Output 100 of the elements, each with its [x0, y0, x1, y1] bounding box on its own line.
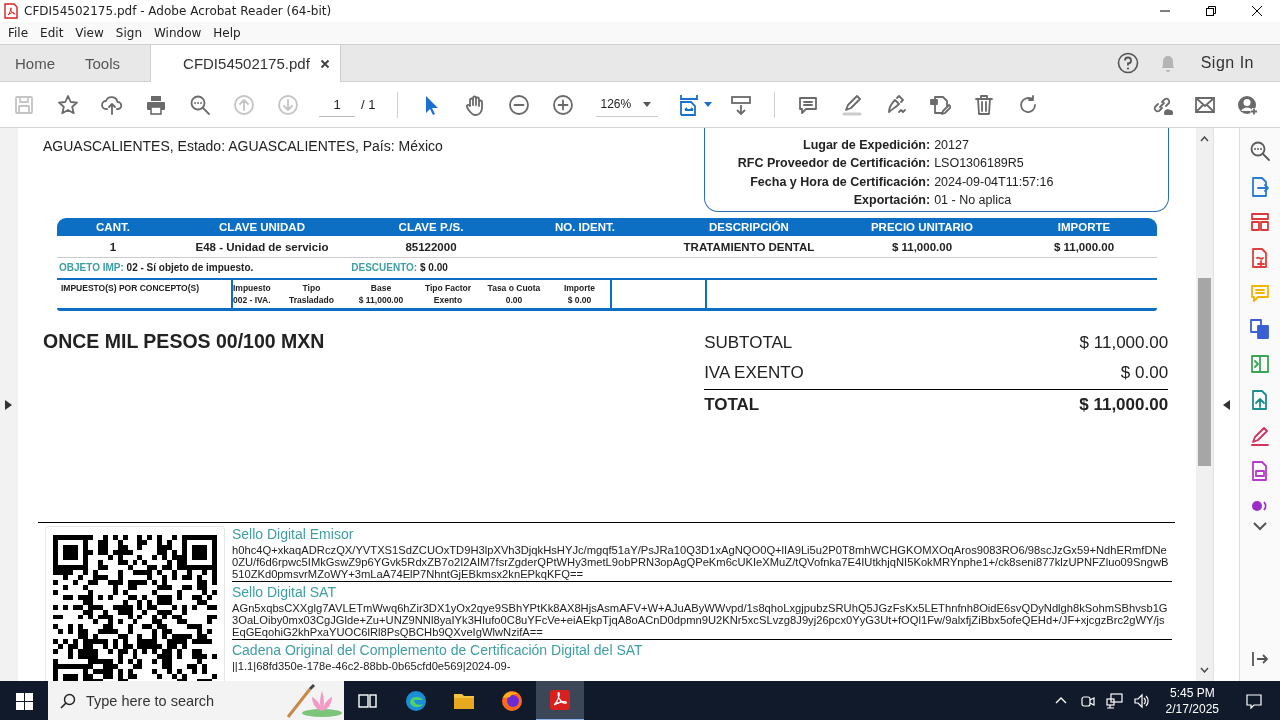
- taskbar-search-field[interactable]: Type here to search: [48, 681, 344, 720]
- network-icon[interactable]: [1105, 692, 1124, 710]
- column-header: Importe: [562, 282, 597, 295]
- table-cell-text: E48 - Unidad de servicio: [194, 240, 330, 253]
- notification-icon[interactable]: [1245, 692, 1263, 710]
- column-header: NO. IDENT.: [553, 221, 616, 234]
- acrobat-taskbar-icon[interactable]: [536, 681, 584, 720]
- amount-in-words: ONCE MIL PESOS 00/100 MXN: [41, 329, 326, 355]
- field-label: RFC Proveedor de Certificación:: [736, 155, 931, 173]
- column-header: PRECIO UNITARIO: [869, 221, 974, 234]
- column-header: DESCRIPCIÓN: [708, 221, 790, 234]
- table-cell-text: 0.00: [504, 294, 524, 307]
- user-icon[interactable]: [1237, 93, 1259, 116]
- taskbar-clock[interactable]: 5:45 PM 2/17/2025: [1159, 685, 1225, 717]
- table-cell-text: 002 - IVA.: [232, 294, 272, 307]
- column-header: CANT.: [95, 221, 131, 234]
- export-tool-icon[interactable]: [1249, 175, 1271, 198]
- total-value: $ 0.00: [1120, 363, 1169, 384]
- column-header: Tasa o Cuota: [486, 282, 542, 295]
- zoom-dropdown[interactable]: 126%: [596, 92, 659, 117]
- total-label: TOTAL: [704, 395, 760, 416]
- menu-item[interactable]: Sign: [109, 26, 148, 40]
- seal-text: AGn5xqbsCXXglg7AVLETmWwq6hZir3DX1yOx2qye9SBhYPtKk8AX8HjsAsmAFV+W+AJuAByWWvpd/1s8qhoLxgjpubzSRUhQ5JGzFsKx5LEThnfnh8OidE6svQDyNdlgh8kSohmSBhvsb1G3OaLOiby0mx03CgJGlde+Zu+UNZ9NNl8yaIYk3HIufo0C8uYFcVe+eiAEkpTjqA8oACnD0dpmn9U2KNr5xcSLvzg8J9yj26pcx0YyG3Ut+fOQl1Fw/9alxfjZiBbx5ofeQEHd+/JF+xjcgzBrc2gWY/jsEqGEqohiG2khPxaYUOC6lRl8PsQBCHb9QXveIgWlwNzifA==: [231, 600, 1172, 641]
- seal-text: h0hc4Q+xkaqADRczQX/YVTXS1SdZCUOxTD9H3lpXVh3DjqkHsHYJc/mgqf51aY/PsJRa10Q3D1xAgNQO0Q+lIA9Li5u2P0T8mhWCHGKOMXOqAros9083RO6/98scJzGx59+NdhERmfDNe0ZU/f6d6rpwc5IMkGswZ9p6YGvk5RdxZB7o2I2AIM7fsrZgderQPtWHy3metL9obPRN3opAgQPeKm6cUKIeXMuZ/tQVofnka7E4IUtkhjqNI5KokMRYnphe1+/ck8seni877klzUPNFZluo09SngwB510ZKd0pmsvrMZoWY+3mLaA74ElP7NhntGjEBkmsx2knEPkqKFQ==: [231, 542, 1172, 583]
- caret-icon: [643, 101, 652, 107]
- nav-tab[interactable]: Home: [0, 45, 70, 81]
- find-icon[interactable]: [189, 93, 211, 116]
- field-value: $ 0.00: [420, 261, 448, 273]
- sign-icon[interactable]: [885, 93, 908, 116]
- field-value: LSO1306189R5: [934, 155, 1025, 173]
- total-label: IVA EXENTO: [704, 363, 804, 384]
- expand-left-panel-icon[interactable]: [5, 399, 13, 410]
- menu-item[interactable]: Help: [207, 26, 247, 40]
- star-icon[interactable]: [57, 93, 79, 116]
- page-count: / 1: [361, 97, 376, 112]
- table-cell-text: $ 0.00: [566, 294, 593, 307]
- menu-item[interactable]: Window: [148, 26, 208, 40]
- seal-title: Cadena Original del Complemento de Certificación Digital del SAT: [231, 642, 644, 659]
- address-text: AGUASCALIENTES, Estado: AGUASCALIENTES, País: México: [41, 137, 444, 156]
- fit-page-icon[interactable]: [678, 93, 701, 116]
- organize-tool-icon[interactable]: [1249, 211, 1271, 233]
- zoom-out-icon[interactable]: [508, 93, 531, 116]
- combine-tool-icon[interactable]: [1249, 317, 1271, 340]
- document-tab[interactable]: CFDI54502175.pdf: [150, 45, 341, 82]
- section-label: IMPUESTO(S) POR CONCEPTO(S): [59, 282, 201, 296]
- menu-item[interactable]: Edit: [34, 26, 70, 40]
- acrobat-logo-icon: [4, 3, 18, 19]
- scroll-mode-icon[interactable]: [730, 93, 753, 116]
- nav-tab[interactable]: Tools: [70, 45, 136, 81]
- table-cell-text: TRATAMIENTO DENTAL: [682, 240, 816, 253]
- field-label: Fecha y Hora de Certificación:: [749, 173, 931, 191]
- menu-item[interactable]: View: [69, 26, 110, 40]
- window-title: CFDI54502175.pdf - Adobe Acrobat Reader (64-bit): [24, 4, 333, 18]
- table-cell-text: $ 11,000.00: [1052, 240, 1116, 253]
- windows-start-icon[interactable]: [15, 692, 33, 710]
- collapse-tools-icon[interactable]: [1250, 649, 1270, 669]
- field-value: 01 - No aplica: [934, 191, 1013, 209]
- close-icon[interactable]: [319, 58, 330, 69]
- field-label: Lugar de Expedición:: [802, 137, 931, 154]
- table-cell-text: 85122000: [404, 240, 458, 253]
- total-label: SUBTOTAL: [704, 333, 793, 354]
- close-icon[interactable]: [1251, 5, 1263, 17]
- print-icon[interactable]: [145, 93, 167, 116]
- zoom-in-icon[interactable]: [552, 93, 575, 116]
- total-value: $ 11,000.00: [1079, 395, 1169, 416]
- field-value: 20127: [934, 137, 970, 154]
- table-cell-text: $ 11,000.00: [890, 240, 954, 253]
- scrollbar-thumb[interactable]: [1198, 278, 1212, 466]
- seal-text: ||1.1|68fd350e-178e-46c2-88bb-0b65cfd0e569|2024-09-: [231, 659, 512, 674]
- edit-icon[interactable]: [929, 93, 952, 116]
- fill-tool-icon[interactable]: [1249, 424, 1271, 446]
- column-header: Tipo: [301, 282, 322, 295]
- find-tool-icon[interactable]: [1249, 140, 1271, 162]
- column-header: Tipo Factor: [423, 282, 473, 295]
- field-value: 2024-09-04T11:57:16: [934, 173, 1055, 191]
- sign-in-link[interactable]: Sign In: [1200, 54, 1254, 72]
- column-header: Impuesto: [232, 282, 272, 295]
- scroll-up-icon[interactable]: [1200, 136, 1210, 142]
- field-label: DESCUENTO:: [351, 261, 418, 273]
- search-icon: [60, 693, 76, 709]
- lotus-drawing: [284, 683, 344, 719]
- compress-tool-icon[interactable]: [1249, 353, 1271, 375]
- highlight-icon[interactable]: [841, 93, 864, 116]
- upload-icon[interactable]: [101, 93, 123, 116]
- chevron-down-icon[interactable]: [1252, 520, 1268, 531]
- restore-icon[interactable]: [1205, 5, 1217, 17]
- scroll-down-icon[interactable]: [1200, 667, 1210, 673]
- table-cell-text: $ 11,000.00: [357, 294, 405, 307]
- table-cell-text: Trasladado: [288, 294, 335, 307]
- volume-icon[interactable]: [1132, 692, 1151, 710]
- page-number-field[interactable]: 1: [319, 92, 355, 117]
- column-header: CLAVE UNIDAD: [217, 221, 306, 234]
- seal-title: Sello Digital SAT: [231, 584, 337, 601]
- caret-icon[interactable]: [704, 102, 713, 107]
- collapse-right-panel-icon[interactable]: [1223, 399, 1231, 410]
- seal-title: Sello Digital Emisor: [231, 526, 355, 543]
- column-header: Base: [369, 282, 393, 295]
- trash-icon[interactable]: [973, 93, 996, 116]
- menu-item[interactable]: File: [2, 26, 35, 40]
- help-icon[interactable]: [1116, 52, 1139, 74]
